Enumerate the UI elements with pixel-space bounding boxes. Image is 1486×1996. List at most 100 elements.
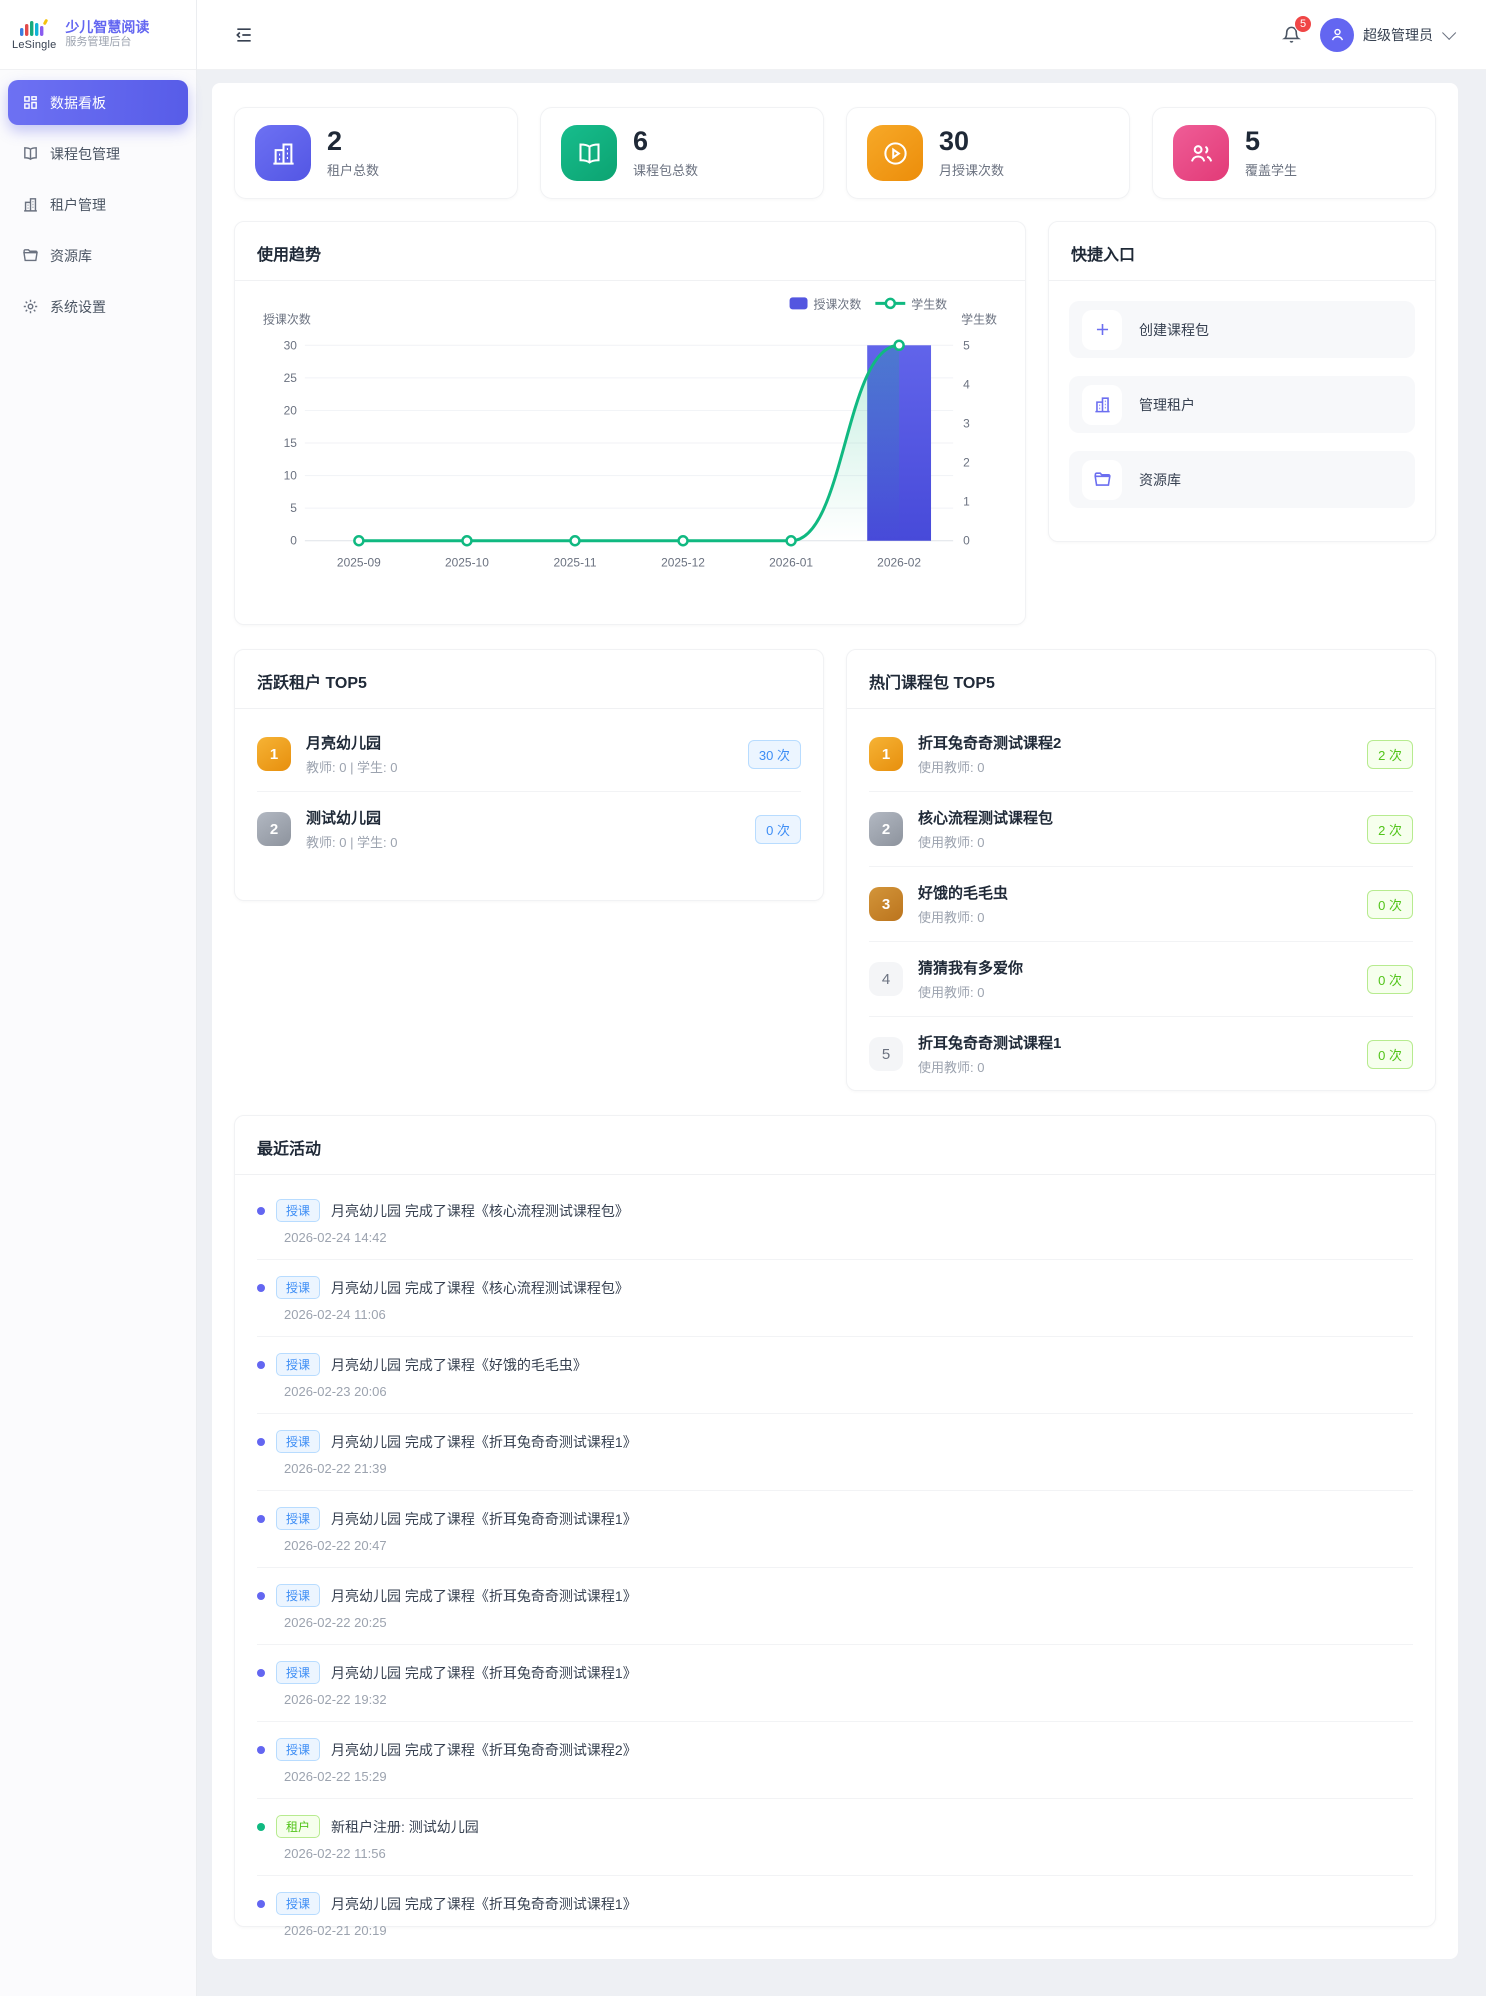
- stats-row: 2 租户总数 6 课程包总数 30: [234, 107, 1436, 199]
- stat-value: 5: [1245, 127, 1297, 157]
- activity-time: 2026-02-21 20:19: [284, 1923, 1413, 1938]
- user-menu[interactable]: 超级管理员: [1320, 18, 1452, 52]
- active-tenants-card: 活跃租户 TOP5 1 月亮幼儿园 教师: 0 | 学生: 0 30 次: [234, 649, 824, 901]
- book-icon: [561, 125, 617, 181]
- play-circle-icon: [867, 125, 923, 181]
- sidebar-item-settings[interactable]: 系统设置: [8, 284, 188, 329]
- stat-value: 2: [327, 127, 379, 157]
- stat-label: 租户总数: [327, 160, 379, 179]
- tenant-row: 2 测试幼儿园 教师: 0 | 学生: 0 0 次: [257, 792, 801, 866]
- active-tenants-title: 活跃租户 TOP5: [235, 650, 823, 709]
- activity-text: 月亮幼儿园 完成了课程《核心流程测试课程包》: [331, 1278, 629, 1298]
- usage-trend-card: 使用趋势 051015202530012345授课次数学生数2025-09202…: [234, 221, 1026, 625]
- activity-item: 租户 新租户注册: 测试幼儿园 2026-02-22 11:56: [257, 1799, 1413, 1876]
- activity-type-badge: 授课: [276, 1507, 320, 1530]
- package-name: 猜猜我有多爱你: [918, 957, 1352, 978]
- svg-text:0: 0: [963, 534, 970, 548]
- users-icon: [1173, 125, 1229, 181]
- rank-badge: 3: [869, 887, 903, 921]
- activity-time: 2026-02-22 11:56: [284, 1846, 1413, 1861]
- rank-badge: 2: [257, 812, 291, 846]
- activity-time: 2026-02-22 20:25: [284, 1615, 1413, 1630]
- rank-badge: 1: [869, 737, 903, 771]
- rank-badge: 4: [869, 962, 903, 996]
- book-icon: [22, 145, 39, 162]
- activity-item: 授课 月亮幼儿园 完成了课程《折耳兔奇奇测试课程1》 2026-02-22 20…: [257, 1568, 1413, 1645]
- stat-card-students: 5 覆盖学生: [1152, 107, 1436, 199]
- topbar: 5 超级管理员: [197, 0, 1486, 70]
- activity-dot: [257, 1284, 265, 1292]
- activity-text: 新租户注册: 测试幼儿园: [331, 1817, 479, 1837]
- package-row: 2 核心流程测试课程包 使用教师: 0 2 次: [869, 792, 1413, 867]
- building-icon: [1082, 385, 1122, 425]
- logo-text: LeSingle: [12, 39, 56, 51]
- package-row: 1 折耳兔奇奇测试课程2 使用教师: 0 2 次: [869, 717, 1413, 792]
- activity-dot: [257, 1823, 265, 1831]
- count-badge: 30 次: [748, 740, 801, 769]
- tenant-row: 1 月亮幼儿园 教师: 0 | 学生: 0 30 次: [257, 717, 801, 792]
- quick-entry-create-package[interactable]: 创建课程包: [1069, 301, 1415, 358]
- activity-item: 授课 月亮幼儿园 完成了课程《好饿的毛毛虫》 2026-02-23 20:06: [257, 1337, 1413, 1414]
- sidebar-item-dashboard[interactable]: 数据看板: [8, 80, 188, 125]
- hot-packages-card: 热门课程包 TOP5 1 折耳兔奇奇测试课程2 使用教师: 0 2 次: [846, 649, 1436, 1091]
- sidebar-collapse-button[interactable]: [231, 22, 257, 48]
- activity-dot: [257, 1438, 265, 1446]
- package-name: 折耳兔奇奇测试课程1: [918, 1032, 1352, 1053]
- svg-text:2026-01: 2026-01: [769, 556, 813, 570]
- activity-text: 月亮幼儿园 完成了课程《折耳兔奇奇测试课程1》: [331, 1586, 637, 1606]
- svg-text:20: 20: [284, 403, 298, 417]
- rank-badge: 5: [869, 1037, 903, 1071]
- package-meta: 使用教师: 0: [918, 907, 1352, 926]
- usage-trend-title: 使用趋势: [235, 222, 1025, 281]
- sidebar-item-tenants[interactable]: 租户管理: [8, 182, 188, 227]
- activity-text: 月亮幼儿园 完成了课程《折耳兔奇奇测试课程1》: [331, 1894, 637, 1914]
- hot-packages-title: 热门课程包 TOP5: [847, 650, 1435, 709]
- activity-dot: [257, 1746, 265, 1754]
- activity-time: 2026-02-22 19:32: [284, 1692, 1413, 1707]
- activity-item: 授课 月亮幼儿园 完成了课程《折耳兔奇奇测试课程1》 2026-02-22 19…: [257, 1645, 1413, 1722]
- activity-dot: [257, 1361, 265, 1369]
- folder-icon: [1082, 460, 1122, 500]
- sidebar-item-course-packages[interactable]: 课程包管理: [8, 131, 188, 176]
- count-badge: 2 次: [1367, 740, 1413, 769]
- activity-dot: [257, 1207, 265, 1215]
- recent-activity-list: 授课 月亮幼儿园 完成了课程《核心流程测试课程包》 2026-02-24 14:…: [235, 1175, 1435, 1952]
- sidebar-item-resources[interactable]: 资源库: [8, 233, 188, 278]
- package-row: 5 折耳兔奇奇测试课程1 使用教师: 0 0 次: [869, 1017, 1413, 1091]
- quick-entry-title: 快捷入口: [1049, 222, 1435, 281]
- activity-text: 月亮幼儿园 完成了课程《折耳兔奇奇测试课程2》: [331, 1740, 637, 1760]
- stat-label: 课程包总数: [633, 160, 698, 179]
- notifications-button[interactable]: 5: [1278, 22, 1304, 48]
- svg-text:5: 5: [290, 501, 297, 515]
- svg-text:授课次数: 授课次数: [263, 311, 311, 326]
- logo: LeSingle 少儿智慧阅读 服务管理后台: [0, 0, 196, 70]
- dashboard-icon: [22, 94, 39, 111]
- activity-item: 授课 月亮幼儿园 完成了课程《核心流程测试课程包》 2026-02-24 14:…: [257, 1183, 1413, 1260]
- stat-card-packages: 6 课程包总数: [540, 107, 824, 199]
- chevron-down-icon: [1442, 25, 1456, 39]
- svg-text:学生数: 学生数: [961, 311, 997, 326]
- user-icon: [1329, 26, 1346, 43]
- activity-text: 月亮幼儿园 完成了课程《好饿的毛毛虫》: [331, 1355, 587, 1375]
- svg-text:2: 2: [963, 456, 970, 470]
- svg-text:授课次数: 授课次数: [814, 296, 862, 311]
- activity-text: 月亮幼儿园 完成了课程《核心流程测试课程包》: [331, 1201, 629, 1221]
- hot-packages-list: 1 折耳兔奇奇测试课程2 使用教师: 0 2 次 2 核心流: [847, 709, 1435, 1091]
- activity-type-badge: 授课: [276, 1892, 320, 1915]
- svg-text:2026-02: 2026-02: [877, 556, 921, 570]
- activity-dot: [257, 1515, 265, 1523]
- svg-text:5: 5: [963, 338, 970, 352]
- svg-text:4: 4: [963, 377, 970, 391]
- quick-entry-manage-tenants[interactable]: 管理租户: [1069, 376, 1415, 433]
- svg-text:0: 0: [290, 534, 297, 548]
- activity-item: 授课 月亮幼儿园 完成了课程《折耳兔奇奇测试课程1》 2026-02-21 20…: [257, 1876, 1413, 1952]
- logo-icon: LeSingle: [12, 18, 56, 51]
- activity-dot: [257, 1669, 265, 1677]
- quick-entry-card: 快捷入口 创建课程包: [1048, 221, 1436, 542]
- sidebar-menu: 数据看板 课程包管理 租户管理 资源库 系统设置: [0, 70, 196, 339]
- svg-text:15: 15: [284, 436, 298, 450]
- activity-time: 2026-02-22 15:29: [284, 1769, 1413, 1784]
- quick-entry-resources[interactable]: 资源库: [1069, 451, 1415, 508]
- package-meta: 使用教师: 0: [918, 757, 1352, 776]
- gear-icon: [22, 298, 39, 315]
